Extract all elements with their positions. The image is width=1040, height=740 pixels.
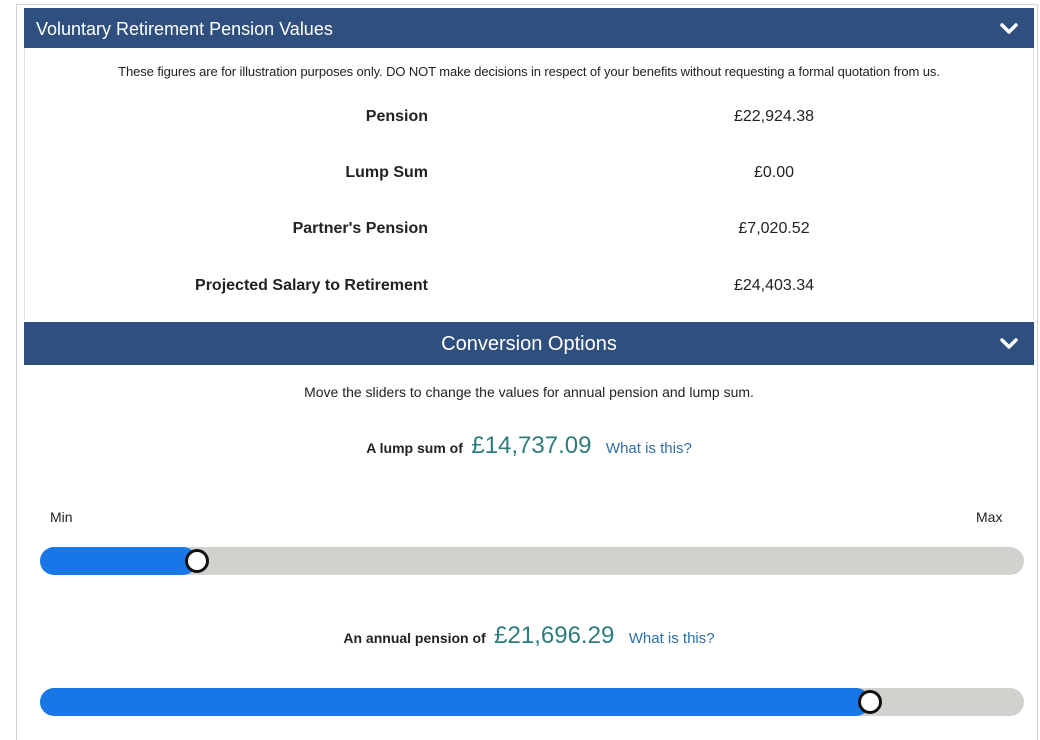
- annual-pension-line: An annual pension of £21,696.29 What is …: [24, 622, 1034, 650]
- lump-sum-label: A lump sum of: [366, 440, 463, 456]
- annual-pension-help-link[interactable]: What is this?: [629, 630, 715, 647]
- slider-instruction: Move the sliders to change the values fo…: [304, 384, 754, 400]
- slider-min-label: Min: [50, 509, 73, 525]
- lump-sum-line: A lump sum of £14,737.09 What is this?: [24, 432, 1034, 460]
- lump-sum-slider[interactable]: [40, 547, 1024, 575]
- annual-pension-slider[interactable]: [40, 688, 1024, 716]
- panel-title: Conversion Options: [441, 333, 617, 355]
- lump-sum-help-link[interactable]: What is this?: [606, 440, 692, 457]
- annual-pension-label: An annual pension of: [343, 630, 486, 646]
- conversion-options-panel: Conversion Options Move the sliders to c…: [24, 0, 1034, 740]
- conversion-options-header[interactable]: Conversion Options: [24, 322, 1034, 365]
- slider-max-label: Max: [976, 509, 1003, 525]
- annual-pension-amount: £21,696.29: [494, 622, 615, 649]
- lump-sum-slider-fill: [40, 547, 198, 575]
- lump-sum-slider-handle[interactable]: [185, 549, 210, 573]
- lump-sum-amount: £14,737.09: [471, 432, 592, 459]
- chevron-down-icon[interactable]: [1000, 338, 1018, 350]
- annual-pension-slider-handle[interactable]: [857, 690, 882, 714]
- annual-pension-slider-fill: [40, 688, 870, 716]
